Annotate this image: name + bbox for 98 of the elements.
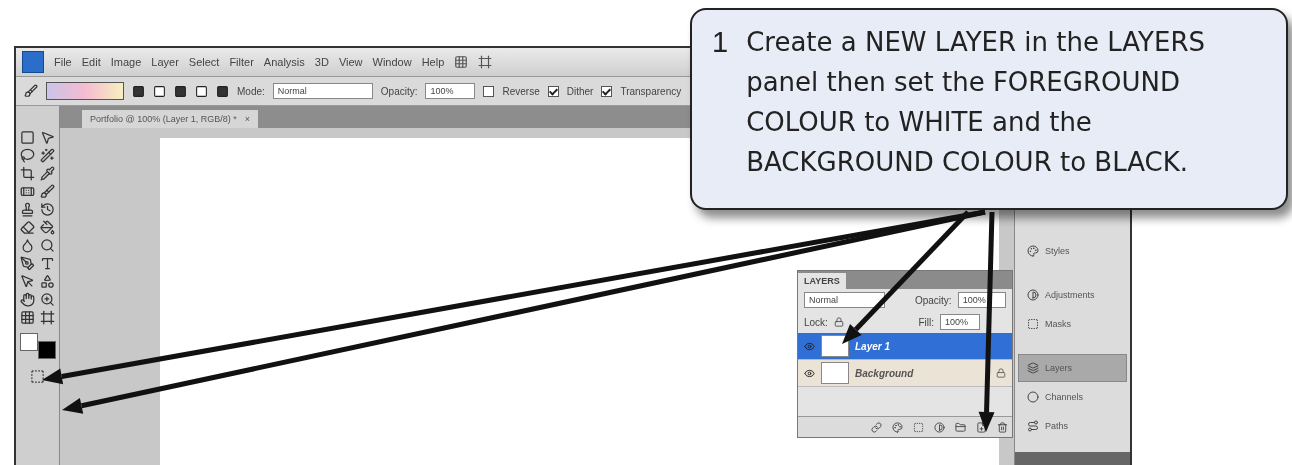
circle-icon bbox=[1027, 391, 1039, 403]
lock-icon[interactable] bbox=[833, 317, 844, 327]
menu-item[interactable]: File bbox=[54, 56, 72, 68]
gradient-type-icon[interactable] bbox=[195, 84, 208, 98]
pen-icon[interactable] bbox=[19, 256, 35, 271]
blend-mode-select[interactable]: Normal bbox=[804, 292, 885, 308]
layers-icon bbox=[1027, 362, 1039, 374]
foreground-swatch[interactable] bbox=[19, 333, 38, 351]
contrast-icon[interactable] bbox=[934, 421, 945, 433]
menu-item[interactable]: View bbox=[338, 56, 363, 68]
opacity-field[interactable]: 100% bbox=[425, 83, 476, 99]
contrast-icon bbox=[1027, 289, 1039, 301]
mask-icon[interactable] bbox=[913, 421, 924, 433]
stamp-icon[interactable] bbox=[19, 202, 35, 217]
crop-icon[interactable] bbox=[19, 166, 35, 181]
menu-item[interactable]: Image bbox=[110, 56, 142, 68]
dock-item[interactable]: Paths bbox=[1018, 412, 1127, 440]
type-icon[interactable] bbox=[39, 256, 55, 271]
fill-label: Fill: bbox=[918, 316, 934, 328]
palette-icon[interactable] bbox=[892, 421, 903, 433]
grid-icon[interactable] bbox=[454, 55, 469, 69]
checkbox[interactable] bbox=[601, 85, 613, 97]
menu-item[interactable]: 3D bbox=[314, 56, 329, 68]
path-icon bbox=[1027, 420, 1039, 432]
gradient-picker[interactable] bbox=[46, 82, 124, 100]
link-icon[interactable] bbox=[871, 421, 882, 433]
checkbox[interactable] bbox=[483, 85, 495, 97]
gradient-type-icon[interactable] bbox=[153, 84, 166, 98]
eye-icon[interactable] bbox=[804, 367, 815, 379]
fill-field[interactable]: 100% bbox=[940, 314, 980, 330]
layer-name: Layer 1 bbox=[855, 340, 892, 352]
opacity-label: Opacity: bbox=[380, 85, 418, 97]
dock-label: Paths bbox=[1045, 421, 1068, 431]
menu-item[interactable]: Filter bbox=[229, 56, 254, 68]
close-button[interactable]: × bbox=[244, 114, 250, 124]
gradient-type-icon[interactable] bbox=[132, 84, 145, 98]
dock-item[interactable]: Masks bbox=[1018, 310, 1127, 338]
bucket-icon[interactable] bbox=[39, 220, 55, 235]
layer-thumbnail bbox=[821, 335, 849, 357]
menu-item[interactable]: Window bbox=[372, 56, 412, 68]
checkbox-label: Transparency bbox=[620, 85, 682, 97]
bandage-icon[interactable] bbox=[19, 184, 35, 199]
history-icon[interactable] bbox=[39, 202, 55, 217]
grid-icon[interactable] bbox=[19, 310, 35, 325]
gradient-tool-icon[interactable] bbox=[24, 84, 38, 98]
pointer-icon[interactable] bbox=[19, 274, 35, 289]
folder-icon[interactable] bbox=[955, 421, 966, 433]
magnifier-icon[interactable] bbox=[39, 238, 55, 253]
menu-item[interactable]: Edit bbox=[81, 56, 101, 68]
move-icon[interactable] bbox=[39, 130, 55, 145]
checkbox-label: Reverse bbox=[502, 85, 540, 97]
menu-item[interactable]: Layer bbox=[151, 56, 179, 68]
layer-name: Background bbox=[855, 367, 915, 379]
brush-icon[interactable] bbox=[39, 184, 55, 199]
wand-icon[interactable] bbox=[39, 148, 55, 163]
lock-label: Lock: bbox=[804, 316, 828, 328]
menu-item[interactable]: Analysis bbox=[263, 56, 305, 68]
eyedropper-icon[interactable] bbox=[39, 166, 55, 181]
dock-item[interactable]: Adjustments bbox=[1018, 281, 1127, 309]
marquee-icon[interactable] bbox=[19, 130, 35, 145]
lasso-icon[interactable] bbox=[19, 148, 35, 163]
layer-thumbnail bbox=[821, 362, 849, 384]
menu-item[interactable]: Select bbox=[188, 56, 220, 68]
hand-icon[interactable] bbox=[19, 292, 35, 307]
gradient-type-icon[interactable] bbox=[174, 84, 187, 98]
dock-label: Layers bbox=[1045, 363, 1072, 373]
checkbox[interactable] bbox=[547, 85, 559, 97]
new-layer-icon[interactable] bbox=[976, 421, 987, 433]
palette-icon bbox=[1027, 245, 1039, 257]
callout-text: Create a NEW LAYER in the LAYERS panel then set the FOREGROUND COLOUR to WHITE and the BACKGROUND COLOUR to BLACK. bbox=[746, 26, 1206, 179]
eraser-icon[interactable] bbox=[19, 220, 35, 235]
mask-icon bbox=[1027, 318, 1039, 330]
document-tab[interactable]: Portfolio @ 100% (Layer 1, RGB/8) * × bbox=[82, 110, 258, 128]
trash-icon[interactable] bbox=[997, 421, 1008, 433]
dock-label: Styles bbox=[1045, 246, 1070, 256]
dock-label: Masks bbox=[1045, 319, 1071, 329]
shapes-icon[interactable] bbox=[39, 274, 55, 289]
panel-tab[interactable]: LAYERS bbox=[798, 273, 846, 289]
zoom-icon[interactable] bbox=[39, 292, 55, 307]
layer-row[interactable]: Background bbox=[798, 360, 1012, 387]
frame-icon[interactable] bbox=[478, 55, 493, 69]
mode-select[interactable]: Normal bbox=[272, 83, 373, 99]
opacity-label: Opacity: bbox=[914, 294, 952, 306]
dock-item[interactable]: Channels bbox=[1018, 383, 1127, 411]
frame-icon[interactable] bbox=[39, 310, 55, 325]
layer-row[interactable]: Layer 1 bbox=[798, 333, 1012, 360]
background-swatch[interactable] bbox=[37, 341, 56, 359]
dock-item[interactable]: Styles bbox=[1018, 237, 1127, 265]
dock-label: Channels bbox=[1045, 392, 1084, 402]
gradient-type-icon[interactable] bbox=[216, 84, 229, 98]
dock-label: Adjustments bbox=[1045, 290, 1095, 300]
menu-item[interactable]: Help bbox=[421, 56, 445, 68]
droplet-icon[interactable] bbox=[19, 238, 35, 253]
document-title: Portfolio @ 100% (Layer 1, RGB/8) * bbox=[90, 114, 237, 124]
quick-mask-icon[interactable] bbox=[30, 369, 45, 384]
mode-label: Mode: bbox=[237, 85, 265, 97]
checkbox-label: Dither bbox=[566, 85, 594, 97]
step-number: 1 bbox=[712, 25, 729, 60]
